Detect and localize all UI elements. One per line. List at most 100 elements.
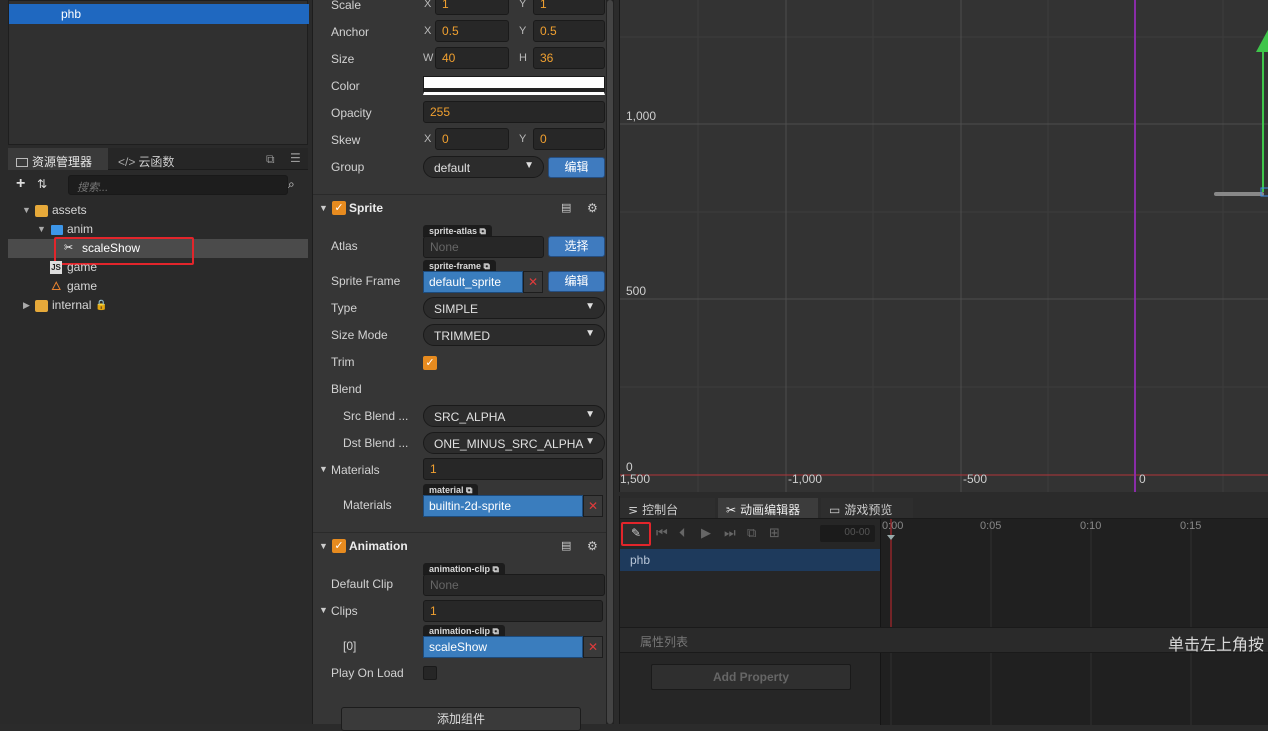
external-link-icon[interactable]: ⧉ <box>484 261 490 271</box>
hierarchy-panel: phb <box>8 0 309 145</box>
tab-cloud-functions[interactable]: </> 云函数 <box>110 148 206 170</box>
atlas-field[interactable]: None <box>423 236 544 258</box>
opacity-input[interactable]: 255 <box>423 101 605 123</box>
tab-assets[interactable]: 资源管理器 <box>8 148 108 170</box>
collapse-arrow-icon[interactable]: ▼ <box>319 533 328 559</box>
tree-item-assets[interactable]: ▼ assets <box>8 201 308 220</box>
dropdown-arrow-icon: ▼ <box>524 160 534 171</box>
asset-type-tag-text: animation-clip <box>429 564 491 574</box>
tab-game-preview[interactable]: ▭ 游戏预览 <box>821 498 913 518</box>
dst-blend-select[interactable]: ONE_MINUS_SRC_ALPHA ▼ <box>423 432 605 454</box>
axis-w-label: W <box>423 52 434 64</box>
timeline-area[interactable] <box>880 519 1268 725</box>
time-field[interactable]: 00-00 <box>820 525 875 542</box>
material-field[interactable]: builtin-2d-sprite <box>423 495 583 517</box>
y-tick-label: 500 <box>626 284 647 298</box>
animation-enabled-checkbox[interactable]: ✓ <box>332 539 346 553</box>
gear-icon[interactable]: ⚙ <box>587 533 598 559</box>
jump-icon[interactable]: ⧉ <box>747 525 756 541</box>
sort-icon[interactable]: ⇅ <box>37 177 47 191</box>
menu-icon[interactable]: ☰ <box>290 151 301 165</box>
materials-count-input[interactable]: 1 <box>423 458 603 480</box>
expand-arrow-icon[interactable]: ▼ <box>37 220 46 239</box>
gear-icon[interactable]: ⚙ <box>587 195 598 221</box>
type-value: SIMPLE <box>434 302 479 316</box>
trim-checkbox[interactable]: ✓ <box>423 356 437 370</box>
search-icon[interactable]: ⌕ <box>288 177 295 192</box>
book-icon[interactable]: ▤ <box>561 195 571 221</box>
assets-toolbar: + ⇅ 搜索... ⌕ <box>8 172 308 198</box>
play-on-load-checkbox[interactable] <box>423 666 437 680</box>
package-icon <box>35 205 48 217</box>
external-link-icon[interactable]: ⧉ <box>493 564 499 574</box>
book-icon[interactable]: ▤ <box>561 533 571 559</box>
scale-y-input[interactable]: 1 <box>533 0 605 15</box>
property-list-header: 属性列表 单击左上角按 <box>620 627 1268 654</box>
sprite-enabled-checkbox[interactable]: ✓ <box>332 201 346 215</box>
add-property-button[interactable]: Add Property <box>651 664 851 690</box>
sprite-frame-field[interactable]: default_sprite <box>423 271 523 293</box>
maximize-icon[interactable]: ⧉ <box>266 152 275 167</box>
node-row-phb[interactable]: phb <box>620 549 880 571</box>
collapse-arrow-icon[interactable]: ▼ <box>319 195 328 221</box>
skew-y-input[interactable]: 0 <box>533 128 605 150</box>
group-select[interactable]: default ▼ <box>423 156 544 178</box>
js-file-icon: JS <box>50 261 62 274</box>
sprite-section-header[interactable]: ▼ ✓ Sprite ▤ ⚙ <box>313 194 611 220</box>
scale-x-input[interactable]: 1 <box>435 0 509 15</box>
lock-icon: 🔒 <box>95 300 108 311</box>
play-on-load-label: Play On Load <box>331 666 404 680</box>
x-tick-label: 0 <box>1139 472 1146 486</box>
atlas-select-button[interactable]: 选择 <box>548 236 605 257</box>
clear-icon[interactable]: ✕ <box>583 636 603 658</box>
next-frame-icon[interactable]: ⏭ <box>724 525 736 541</box>
skew-label: Skew <box>331 133 361 147</box>
type-select[interactable]: SIMPLE ▼ <box>423 297 605 319</box>
add-component-button[interactable]: 添加组件 <box>341 707 581 731</box>
assets-tabbar: 资源管理器 </> 云函数 ⧉ ☰ <box>8 148 308 170</box>
edit-mode-button[interactable]: ✎ <box>621 522 651 546</box>
scrollbar-thumb[interactable] <box>607 0 613 724</box>
size-mode-select[interactable]: TRIMMED ▼ <box>423 324 605 346</box>
tab-console[interactable]: ⋝ 控制台 <box>620 498 715 518</box>
scene-view[interactable]: 1,000 500 0 1,500 -1,000 -500 0 <box>619 0 1268 492</box>
prev-frame-icon[interactable]: ⏴ <box>679 525 686 541</box>
gizmo-arrow-head[interactable] <box>1256 28 1268 52</box>
clear-icon[interactable]: ✕ <box>523 271 543 293</box>
src-blend-select[interactable]: SRC_ALPHA ▼ <box>423 405 605 427</box>
color-swatch[interactable] <box>423 76 605 95</box>
clear-icon[interactable]: ✕ <box>583 495 603 517</box>
collapse-arrow-icon[interactable]: ▼ <box>319 605 328 615</box>
tree-item-game-js[interactable]: JS game <box>8 258 308 277</box>
size-w-input[interactable]: 40 <box>435 47 509 69</box>
default-clip-field[interactable]: None <box>423 574 605 596</box>
collapse-arrow-icon[interactable]: ▶ <box>23 296 30 315</box>
clips-count-input[interactable]: 1 <box>423 600 603 622</box>
animation-section-header[interactable]: ▼ ✓ Animation ▤ ⚙ <box>313 532 611 558</box>
hierarchy-node-phb[interactable]: phb <box>9 4 309 24</box>
external-link-icon[interactable]: ⧉ <box>480 226 486 236</box>
anchor-y-input[interactable]: 0.5 <box>533 20 605 42</box>
play-icon[interactable]: ▶ <box>701 525 711 541</box>
add-event-icon[interactable]: ⊞ <box>769 525 780 541</box>
clip0-field[interactable]: scaleShow <box>423 636 583 658</box>
size-label: Size <box>331 52 355 66</box>
tree-item-internal[interactable]: ▶ internal 🔒 <box>8 296 308 315</box>
anchor-x-input[interactable]: 0.5 <box>435 20 509 42</box>
expand-arrow-icon[interactable]: ▼ <box>22 201 31 220</box>
collapse-arrow-icon[interactable]: ▼ <box>319 464 328 474</box>
first-frame-icon[interactable]: ⏮ <box>656 525 668 541</box>
add-icon[interactable]: + <box>16 175 25 193</box>
selected-node-gizmo[interactable] <box>1214 192 1264 196</box>
axis-x-label: X <box>424 25 432 37</box>
external-link-icon[interactable]: ⧉ <box>466 485 472 495</box>
tree-item-game-scene[interactable]: 🜂 game <box>8 277 308 296</box>
external-link-icon[interactable]: ⧉ <box>493 626 499 636</box>
search-input[interactable]: 搜索... <box>68 175 288 195</box>
tab-animation-editor[interactable]: ✂ 动画编辑器 <box>718 498 818 518</box>
sprite-frame-edit-button[interactable]: 编辑 <box>548 271 605 292</box>
size-h-input[interactable]: 36 <box>533 47 605 69</box>
playhead-marker[interactable] <box>887 535 895 540</box>
skew-x-input[interactable]: 0 <box>435 128 509 150</box>
group-edit-button[interactable]: 编辑 <box>548 157 605 178</box>
